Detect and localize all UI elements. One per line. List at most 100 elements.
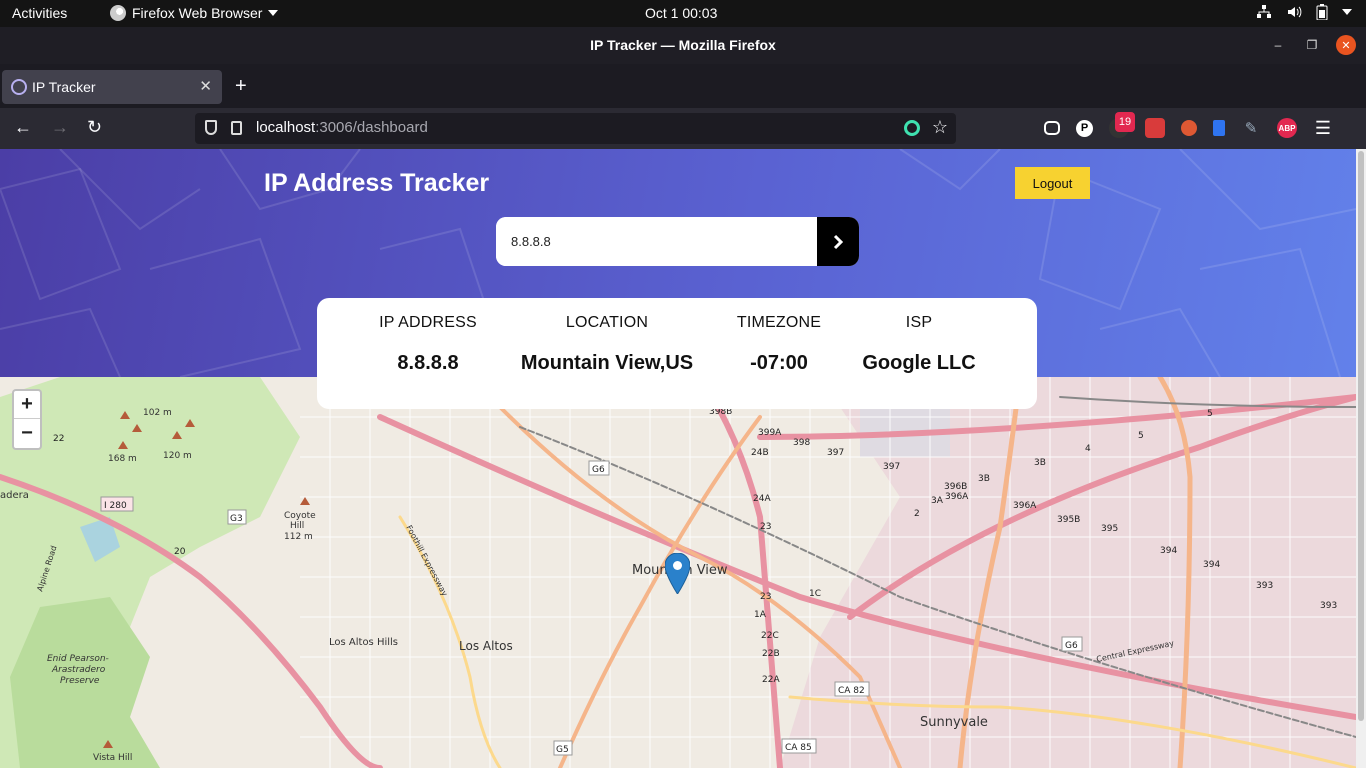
forward-arrow-icon[interactable]: →: [51, 117, 69, 138]
pocket-icon[interactable]: [1044, 121, 1060, 135]
route-24b: 24B: [751, 448, 769, 458]
route-23b: 23: [760, 592, 771, 602]
chevron-right-icon: [833, 234, 844, 249]
maximize-button[interactable]: ❐: [1302, 35, 1322, 55]
close-tab-icon[interactable]: ✕: [199, 77, 212, 95]
route-5b: 5: [1207, 409, 1213, 419]
address-bar[interactable]: localhost:3006/dashboard ☆: [195, 113, 956, 144]
app-menu[interactable]: Firefox Web Browser: [110, 5, 279, 21]
route-24a: 24A: [753, 494, 771, 504]
map-label-coyote-elev: 112 m: [284, 532, 313, 542]
map-label-adera: adera: [0, 490, 29, 501]
search-submit-button[interactable]: [817, 217, 859, 266]
volume-icon: [1288, 6, 1302, 18]
zoom-in-button[interactable]: +: [14, 391, 40, 419]
close-window-button[interactable]: ✕: [1336, 35, 1356, 55]
map-label-hill: Hill: [290, 521, 304, 531]
route-22a: 22A: [762, 675, 780, 685]
timezone-column: TIMEZONE -07:00: [731, 314, 827, 375]
page-viewport: Mountain View Los Altos Los Altos Hills …: [0, 149, 1356, 768]
activities-button[interactable]: Activities: [12, 5, 67, 21]
back-arrow-icon[interactable]: ←: [14, 117, 32, 138]
shield-g3: G3: [230, 514, 243, 524]
page-title: IP Address Tracker: [264, 169, 490, 197]
route-3a: 3A: [931, 496, 944, 506]
notification-extension-icon[interactable]: 19: [1109, 112, 1135, 138]
page-scrollbar[interactable]: [1356, 149, 1366, 768]
zoom-out-button[interactable]: −: [14, 419, 40, 447]
route-22c: 22C: [761, 631, 779, 641]
location-label: LOCATION: [565, 314, 649, 331]
route-4: 4: [1085, 444, 1091, 454]
route-394-a: 394: [1160, 546, 1177, 556]
adblock-plus-icon[interactable]: ABP: [1277, 118, 1297, 138]
url-path: :3006/dashboard: [315, 119, 428, 136]
map-label-enid-1: Enid Pearson-: [47, 654, 109, 664]
location-value: Mountain View,US: [520, 352, 694, 374]
route-3b-2: 3B: [1034, 458, 1046, 468]
battery-icon: [1316, 4, 1328, 20]
route-396a: 396A: [945, 492, 969, 502]
favicon-icon: [11, 79, 27, 95]
location-marker-icon[interactable]: [665, 553, 690, 594]
ip-search-input[interactable]: [496, 217, 817, 266]
new-tab-button[interactable]: +: [235, 75, 247, 98]
scrollbar-thumb[interactable]: [1358, 151, 1364, 721]
ip-address-column: IP ADDRESS 8.8.8.8: [375, 314, 481, 375]
app-menu-label: Firefox Web Browser: [132, 5, 263, 21]
route-22b: 22B: [762, 649, 780, 659]
isp-value: Google LLC: [862, 352, 976, 374]
chevron-down-icon: [268, 10, 279, 16]
ip-address-value: 8.8.8.8: [397, 352, 459, 374]
route-397-a: 397: [827, 448, 844, 458]
navigation-toolbar: ← → ↻ localhost:3006/dashboard ☆ P 19 ✎ …: [0, 108, 1366, 149]
url-text[interactable]: localhost:3006/dashboard: [256, 119, 428, 136]
route-399a: 399A: [758, 428, 782, 438]
route-23: 23: [760, 522, 771, 532]
route-394-b: 394: [1203, 560, 1220, 570]
tracking-protection-icon[interactable]: [205, 120, 217, 135]
route-3b: 3B: [978, 474, 990, 484]
map-label-elev-102: 102 m: [143, 408, 172, 418]
map-label-enid-3: Preserve: [60, 676, 100, 686]
map-label-vista-hill: Vista Hill: [93, 753, 132, 763]
clock[interactable]: Oct 1 00:03: [645, 5, 717, 21]
map-label-los-altos-hills: Los Altos Hills: [329, 637, 398, 648]
url-host: localhost: [256, 119, 316, 136]
chevron-down-icon: [1342, 9, 1352, 15]
shield-ca82: CA 82: [838, 686, 865, 696]
pen-extension-icon[interactable]: ✎: [1241, 118, 1261, 138]
tab-ip-tracker[interactable]: IP Tracker ✕: [2, 70, 222, 104]
extension-toolbar: P 19 ✎ ABP ☰: [1044, 112, 1333, 138]
logout-button[interactable]: Logout: [1015, 167, 1090, 199]
lock-extension-icon[interactable]: [1213, 120, 1225, 136]
p-extension-icon[interactable]: P: [1076, 119, 1093, 137]
reload-icon[interactable]: ↻: [87, 117, 102, 138]
firefox-icon: [110, 5, 126, 21]
route-1a: 1A: [754, 610, 767, 620]
route-22: 22: [53, 434, 64, 444]
minimize-button[interactable]: –: [1268, 35, 1288, 55]
map-label-enid-2: Arastradero: [51, 665, 106, 675]
system-tray[interactable]: [1256, 4, 1352, 20]
location-column: LOCATION Mountain View,US: [517, 314, 697, 375]
map-label-elev-168: 168 m: [108, 454, 137, 464]
route-5: 5: [1138, 431, 1144, 441]
route-396a-2: 396A: [1013, 501, 1037, 511]
page-info-icon[interactable]: [231, 121, 242, 135]
route-397-b: 397: [883, 462, 900, 472]
route-393-a: 393: [1256, 581, 1273, 591]
extension-ring-icon[interactable]: [904, 120, 920, 136]
shield-g6-a: G6: [592, 465, 605, 475]
map-label-sunnyvale: Sunnyvale: [920, 715, 988, 730]
tab-strip: IP Tracker ✕ +: [0, 64, 1366, 108]
map-label-los-altos: Los Altos: [459, 639, 513, 653]
shield-g5: G5: [556, 745, 569, 755]
bookmark-star-icon[interactable]: ☆: [932, 117, 948, 138]
window-controls: – ❐ ✕: [1268, 35, 1356, 55]
gift-extension-icon[interactable]: [1145, 118, 1165, 138]
menu-icon[interactable]: ☰: [1313, 118, 1333, 138]
route-393-b: 393: [1320, 601, 1337, 611]
duckduckgo-icon[interactable]: [1181, 120, 1197, 136]
ip-search-form: [496, 217, 859, 266]
